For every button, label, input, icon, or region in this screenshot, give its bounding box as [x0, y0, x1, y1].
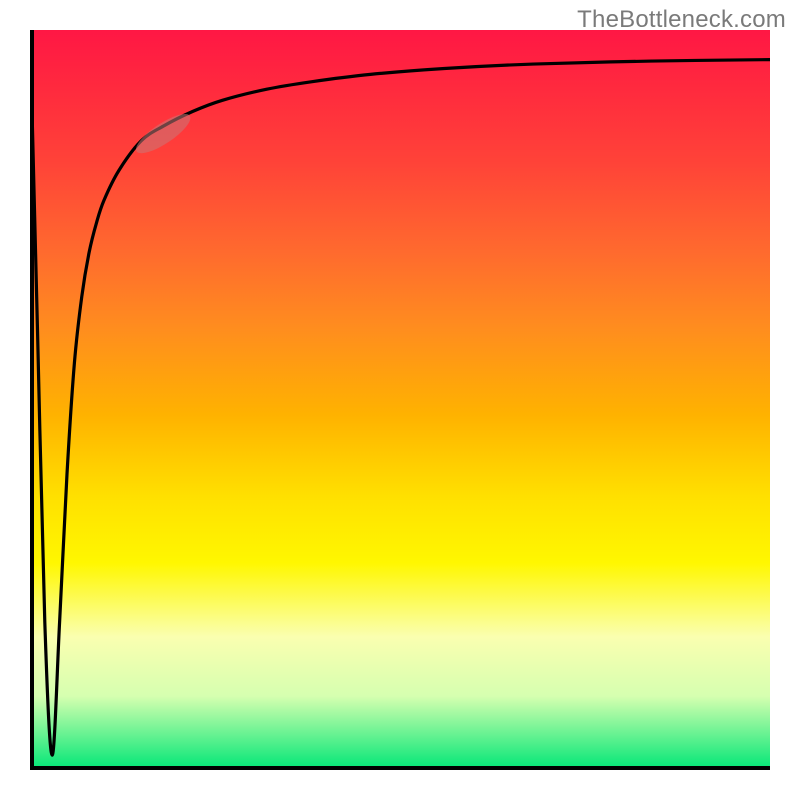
bottleneck-curve-path: [30, 30, 770, 755]
chart-container: TheBottleneck.com: [0, 0, 800, 800]
watermark-text: TheBottleneck.com: [577, 6, 786, 34]
x-axis: [30, 766, 770, 770]
plot-area: [30, 30, 770, 770]
curve-layer: [30, 30, 770, 770]
curve-marker: [131, 108, 195, 160]
y-axis: [30, 30, 34, 770]
